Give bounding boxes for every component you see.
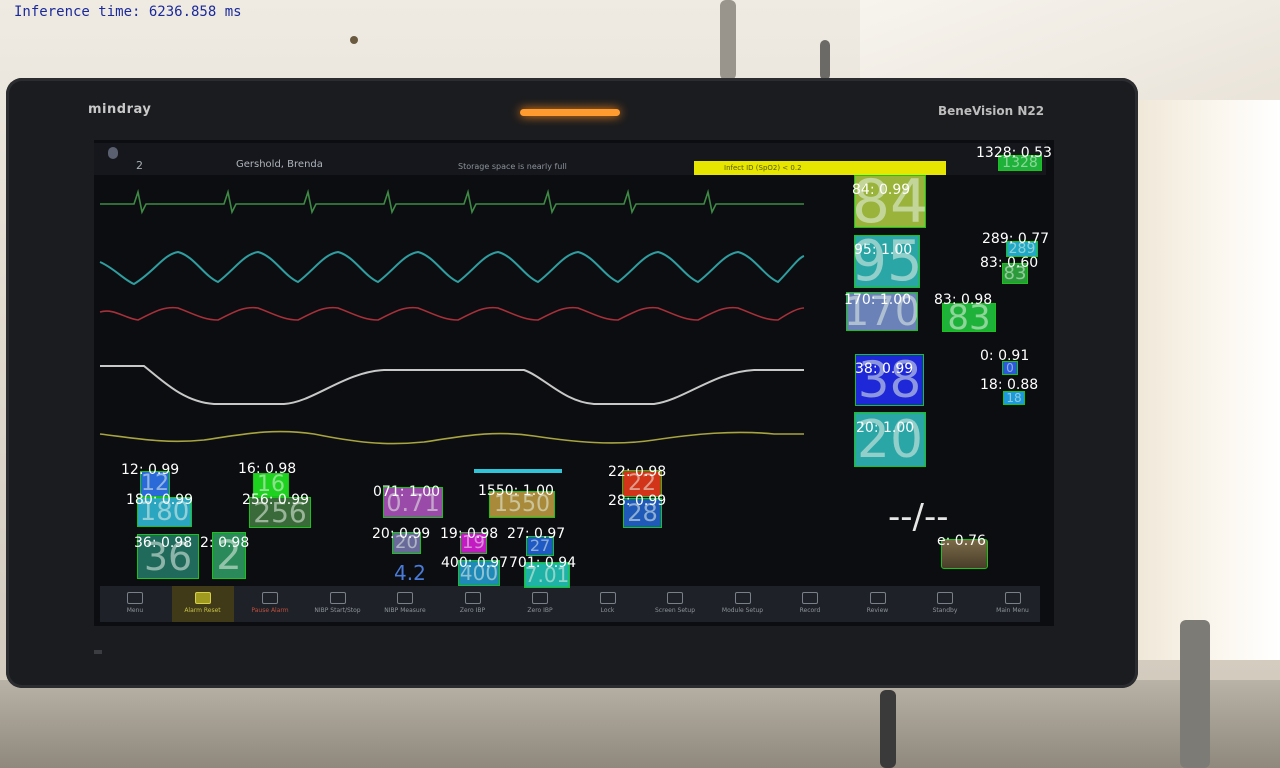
quick-key-label: Module Setup (721, 607, 764, 614)
quick-key-label: NIBP Start/Stop (314, 607, 361, 614)
quick-key-icon (532, 592, 548, 604)
detected-value: 18 (1006, 391, 1022, 405)
quick-key-icon (127, 592, 143, 604)
detection-label: 2: 0.98 (200, 535, 250, 551)
alarm-light-bar (520, 109, 620, 116)
quick-key-icon (262, 592, 278, 604)
co2-waveform (100, 365, 804, 405)
quick-key-label: NIBP Measure (384, 607, 426, 614)
inference-time-label: Inference time: 6236.858 ms (14, 4, 242, 20)
quick-key-record[interactable]: Record (779, 586, 841, 622)
quick-key-icon (397, 592, 413, 604)
detection-label: 84: 0.99 (852, 182, 911, 198)
quick-key-standby[interactable]: Standby (914, 586, 976, 622)
quick-key-icon (464, 592, 481, 604)
detection-label: 83: 0.98 (934, 292, 993, 308)
pole (1180, 620, 1210, 768)
detection-label: 1328: 0.53 (976, 145, 1052, 161)
detection-label: 27: 0.97 (507, 526, 566, 542)
wall-right (1130, 100, 1280, 660)
quick-key-label: Review (866, 607, 889, 614)
quick-key-label: Menu (126, 607, 144, 614)
detection-label: 400: 0.97 (441, 555, 509, 571)
detection-label: 12: 0.99 (121, 462, 180, 478)
quick-key-label: Zero IBP (459, 607, 486, 614)
detection-label: 20: 0.99 (372, 526, 431, 542)
resp-waveform (99, 430, 804, 445)
quick-key-label: Standby (932, 607, 958, 614)
quick-key-label: Record (799, 607, 821, 614)
pleth-waveform (99, 250, 805, 286)
quick-key-screen-setup[interactable]: Screen Setup (644, 586, 706, 622)
screw (350, 36, 358, 44)
pipe (820, 40, 830, 80)
detection-label: 170: 1.00 (844, 292, 912, 308)
detection-label: 20: 1.00 (856, 420, 915, 436)
quick-key-main-menu[interactable]: Main Menu (982, 586, 1044, 622)
status-message: Storage space is nearly full (458, 162, 567, 171)
nibp-readout: --/-- (888, 497, 949, 537)
quick-key-icon (1004, 592, 1021, 604)
cable (880, 690, 896, 768)
detection-label: 256: 0.99 (242, 492, 310, 508)
power-led (94, 650, 102, 654)
quick-key-label: Pause Alarm (251, 607, 289, 614)
quick-key-icon (194, 592, 211, 604)
detection-label: 36: 0.98 (134, 535, 193, 551)
detection-label: 16: 0.98 (238, 461, 297, 477)
indicator-bar (474, 469, 562, 473)
quick-key-lock[interactable]: Lock (577, 586, 639, 622)
quick-key-nibp-measure[interactable]: NIBP Measure (374, 586, 436, 622)
detection-label: 180: 0.99 (126, 492, 194, 508)
detection-label: 95: 1.00 (854, 242, 913, 258)
quick-key-review[interactable]: Review (847, 586, 909, 622)
detection-box: 18 (1003, 391, 1025, 405)
quick-key-zero-ibp[interactable]: Zero IBP (442, 586, 504, 622)
detection-label: 38: 0.99 (855, 361, 914, 377)
quick-key-label: Alarm Reset (184, 607, 221, 614)
quick-key-icon (599, 592, 616, 604)
equipment-below (0, 680, 1280, 768)
quick-key-module-setup[interactable]: Module Setup (712, 586, 774, 622)
patient-icon (108, 147, 118, 159)
quick-key-zero-ibp[interactable]: Zero IBP (509, 586, 571, 622)
quick-key-icon (869, 592, 886, 604)
quick-key-icon (329, 592, 346, 604)
brand-logo: mindray (88, 102, 152, 117)
model-name: BeneVision N22 (938, 104, 1045, 118)
detection-label: 1550: 1.00 (478, 483, 554, 499)
detection-label: 071: 1.00 (373, 484, 441, 500)
detection-label: 83: 0.60 (980, 255, 1039, 271)
detection-label: 28: 0.99 (608, 493, 667, 509)
quick-key-menu[interactable]: Menu (104, 586, 166, 622)
quick-key-icon (802, 592, 818, 604)
bed-number: 2 (136, 159, 143, 172)
pipe (720, 0, 736, 80)
small-readout: 4.2 (394, 561, 426, 585)
quick-key-icon (667, 592, 683, 604)
waveforms (99, 188, 805, 445)
quick-key-label: Main Menu (996, 607, 1029, 614)
quick-key-pause-alarm[interactable]: Pause Alarm (239, 586, 301, 622)
detection-label: 18: 0.88 (980, 377, 1039, 393)
detection-label: 289: 0.77 (982, 231, 1050, 247)
detection-label: 19: 0.98 (440, 526, 499, 542)
quick-key-label: Screen Setup (655, 607, 695, 614)
detection-label: 22: 0.98 (608, 464, 667, 480)
quick-key-label: Zero IBP (527, 607, 553, 614)
quick-key-icon (734, 592, 751, 604)
quick-key-icon (937, 592, 953, 604)
detection-label: 0: 0.91 (980, 348, 1030, 364)
quick-key-alarm-reset[interactable]: Alarm Reset (171, 586, 234, 622)
detection-label: e: 0.76 (937, 533, 986, 549)
ecg-waveform (100, 188, 804, 215)
quick-key-nibp-start-stop[interactable]: NIBP Start/Stop (307, 586, 369, 622)
quick-key-label: Lock (600, 607, 615, 614)
patient-name[interactable]: Gershold, Brenda (236, 159, 323, 170)
art-waveform (99, 306, 805, 321)
detection-label: 701: 0.94 (509, 555, 577, 571)
